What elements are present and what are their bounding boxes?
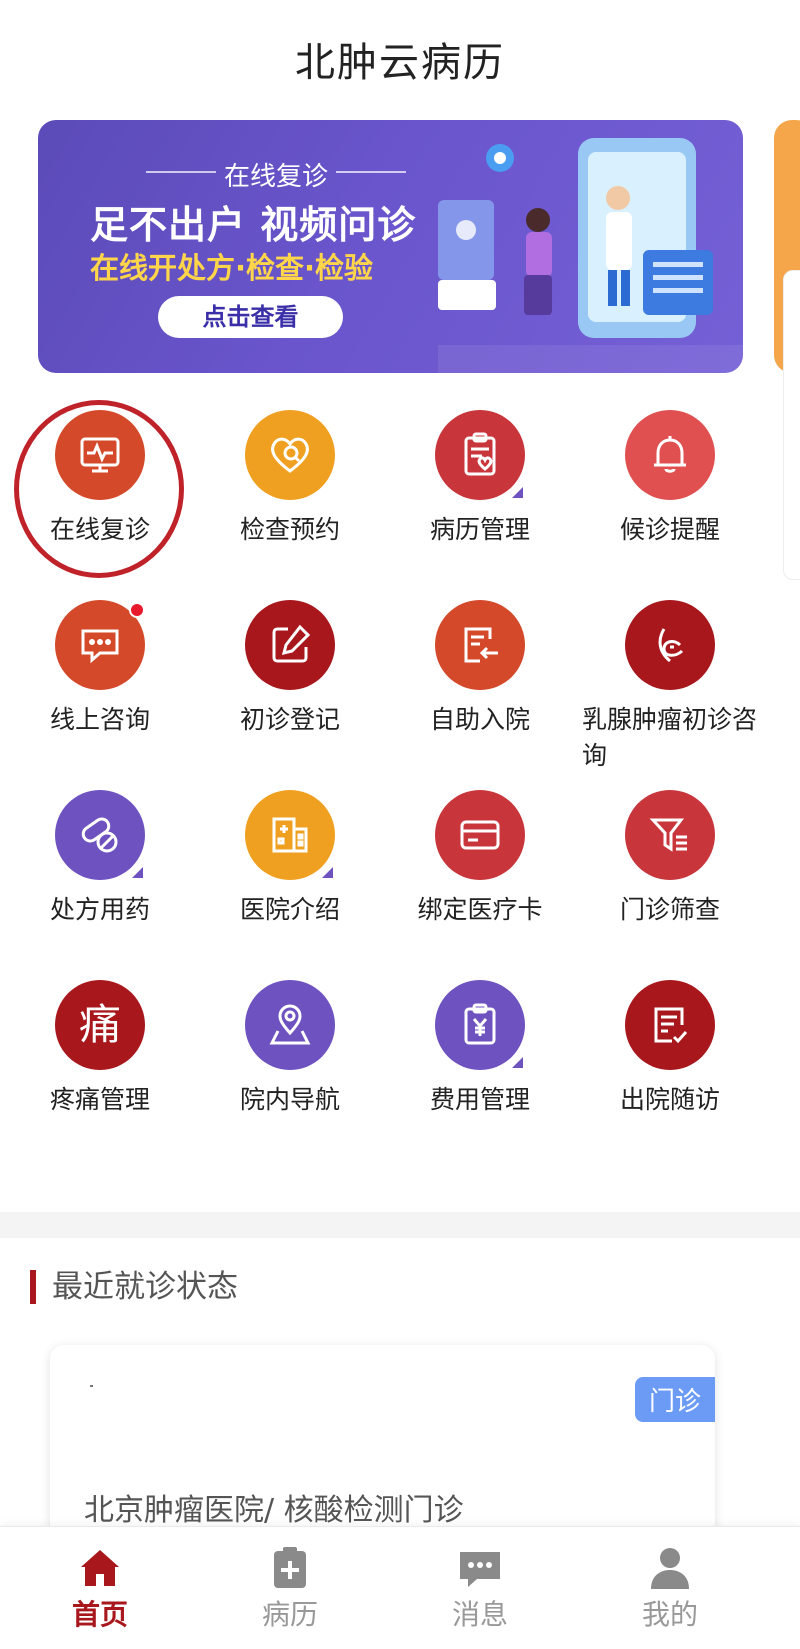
doctor-phone-illustration [438,138,743,373]
bell-icon [625,410,715,500]
filter-icon [625,790,715,880]
banner-view-button[interactable]: 点击查看 [158,296,343,338]
service-label: 乳腺肿瘤初诊咨询 [582,705,758,770]
nav-messages[interactable]: 消息 [380,1545,580,1633]
service-online-consult[interactable]: 线上咨询 [0,600,200,738]
service-fee-management[interactable]: 费用管理 [380,980,580,1118]
map-pin-icon [245,980,335,1070]
page-title: 北肿云病历 [295,40,505,86]
corner-mark [322,867,333,878]
service-label: 线上咨询 [49,705,150,734]
service-outpatient-screening[interactable]: 门诊筛查 [570,790,770,928]
card-icon [435,790,525,880]
service-label: 绑定医疗卡 [417,895,543,924]
hospital-building-icon [245,790,335,880]
message-icon [460,1552,500,1587]
service-label: 检查预约 [239,515,340,544]
document-arrow-icon [435,600,525,690]
nav-home[interactable]: 首页 [0,1545,200,1633]
service-label: 院内导航 [239,1085,340,1114]
highlight-circle-annotation [14,400,184,578]
visit-type-badge: 门诊 [634,1377,715,1422]
nav-profile[interactable]: 我的 [570,1545,770,1633]
service-self-admission[interactable]: 自助入院 [380,600,580,738]
service-pain-management[interactable]: 痛 疼痛管理 [0,980,200,1118]
banner-subtitle: 在线复诊 [116,156,436,193]
service-bind-card[interactable]: 绑定医疗卡 [380,790,580,928]
document-check-icon [625,980,715,1070]
user-icon [651,1548,689,1589]
clipboard-plus-icon [274,1547,306,1588]
clipboard-heart-icon [435,410,525,500]
service-label: 候诊提醒 [619,515,720,544]
home-icon [81,1550,119,1586]
service-label: 病历管理 [429,515,530,544]
pain-glyph: 痛 [78,1000,121,1049]
nav-label: 首页 [71,1598,128,1631]
bottom-nav: 首页 病历 消息 我的 [0,1526,800,1649]
pain-character-icon: 痛 [55,980,145,1070]
service-label: 门诊筛查 [619,895,720,924]
service-label: 费用管理 [429,1085,530,1114]
service-prescription[interactable]: 处方用药 [0,790,200,928]
service-hospital-intro[interactable]: 医院介绍 [190,790,390,928]
ribbon-icon [625,600,715,690]
service-wait-reminder[interactable]: 候诊提醒 [570,410,770,548]
nav-records[interactable]: 病历 [190,1545,390,1633]
banner-headline: 足不出户 视频问诊 [90,203,417,247]
promo-banner[interactable]: 在线复诊 足不出户 视频问诊 在线开处方·检查·检验 点击查看 [38,120,743,373]
banner-tagline: 在线开处方·检查·检验 [90,251,374,285]
chat-bubble-icon [55,600,145,690]
service-first-visit-register[interactable]: 初诊登记 [190,600,390,738]
service-label: 自助入院 [429,705,530,734]
yen-clipboard-icon [435,980,525,1070]
service-label: 医院介绍 [239,895,340,924]
service-label: 疼痛管理 [49,1085,150,1114]
pills-icon [55,790,145,880]
visit-hospital-dept: 北京肿瘤医院/ 核酸检测门诊 [84,1493,464,1528]
heart-search-icon [245,410,335,500]
edit-square-icon [245,600,335,690]
corner-mark [132,867,143,878]
notification-dot [129,602,145,618]
service-label: 初诊登记 [239,705,340,734]
corner-mark [512,1057,523,1068]
service-records[interactable]: 病历管理 [380,410,580,548]
service-label: 出院随访 [619,1085,720,1114]
service-label: 处方用药 [49,895,150,924]
section-divider [0,1212,800,1238]
recent-visits-title: 最近就诊状态 [30,1270,238,1304]
nav-label: 病历 [261,1598,318,1631]
corner-mark [512,487,523,498]
card-dot [90,1385,93,1387]
service-breast-consult[interactable]: 乳腺肿瘤初诊咨询 [570,600,770,774]
service-exam-booking[interactable]: 检查预约 [190,410,390,548]
side-card-peek [783,270,800,580]
nav-label: 我的 [641,1598,698,1631]
service-discharge-followup[interactable]: 出院随访 [570,980,770,1118]
service-indoor-navigation[interactable]: 院内导航 [190,980,390,1118]
nav-label: 消息 [451,1598,508,1631]
